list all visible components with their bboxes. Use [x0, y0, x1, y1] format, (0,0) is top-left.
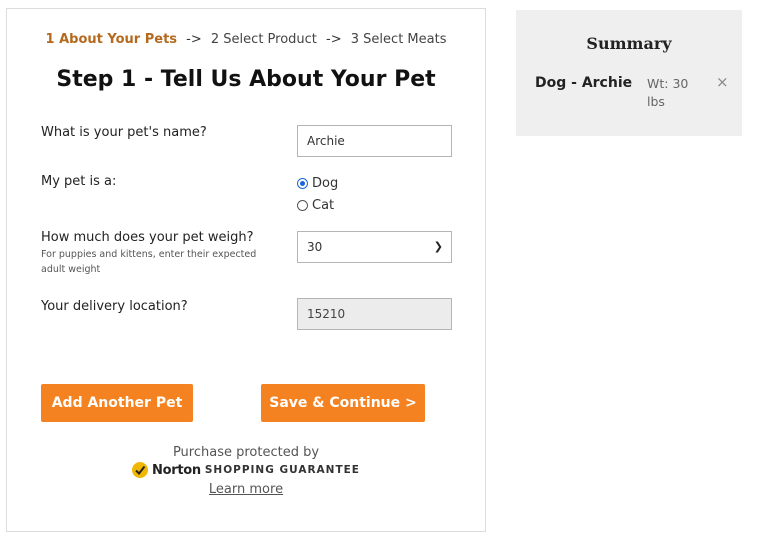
pet-weight-select[interactable]: 30 ❯: [297, 231, 452, 263]
step-arrow: ->: [186, 32, 202, 47]
shopping-guarantee-text: SHOPPING GUARANTEE: [204, 464, 360, 476]
summary-title: Summary: [586, 34, 672, 53]
pet-name-label: What is your pet's name?: [41, 125, 207, 140]
radio-dog-button[interactable]: [297, 178, 308, 189]
close-icon[interactable]: ×: [716, 73, 729, 91]
norton-brand: Norton: [152, 462, 201, 478]
pet-weight-hint: For puppies and kittens, enter their exp…: [41, 249, 257, 275]
checkmark-icon: [132, 462, 149, 478]
radio-cat[interactable]: Cat: [297, 198, 334, 213]
summary-panel: Summary Dog - Archie Wt: 30 lbs ×: [516, 10, 742, 136]
page-title: Step 1 - Tell Us About Your Pet: [56, 67, 436, 92]
radio-dog-label: Dog: [312, 176, 339, 191]
learn-more-link[interactable]: Learn more: [209, 482, 283, 497]
delivery-location-label: Your delivery location?: [41, 299, 188, 314]
pet-type-label: My pet is a:: [41, 174, 117, 189]
page: 1 About Your Pets -> 2 Select Product ->…: [0, 0, 768, 544]
summary-pet-name: Dog - Archie: [535, 75, 633, 91]
step-about-pets[interactable]: 1 About Your Pets: [46, 32, 178, 47]
norton-logo: Norton SHOPPING GUARANTEE: [7, 462, 485, 478]
chevron-down-icon: ❯: [433, 240, 443, 253]
step-select-product[interactable]: 2 Select Product: [211, 32, 317, 47]
summary-pet-weight: Wt: 30 lbs: [647, 76, 689, 109]
radio-dog[interactable]: Dog: [297, 176, 338, 191]
pet-weight-label: How much does your pet weigh?: [41, 230, 254, 245]
pet-form-panel: 1 About Your Pets -> 2 Select Product ->…: [6, 8, 486, 532]
step-progress: 1 About Your Pets -> 2 Select Product ->…: [7, 32, 485, 47]
radio-cat-label: Cat: [312, 198, 335, 213]
add-another-pet-button[interactable]: Add Another Pet: [41, 384, 193, 422]
pet-name-input[interactable]: Archie: [297, 125, 452, 157]
delivery-location-input[interactable]: 15210: [297, 298, 452, 330]
step-arrow: ->: [326, 32, 342, 47]
step-select-meats[interactable]: 3 Select Meats: [351, 32, 447, 47]
pet-weight-value: 30: [307, 240, 323, 254]
save-continue-button[interactable]: Save & Continue >: [261, 384, 425, 422]
radio-cat-button[interactable]: [297, 200, 308, 211]
purchase-protected-text: Purchase protected by: [172, 445, 320, 460]
norton-trust-badge: Purchase protected by Norton SHOPPING GU…: [7, 445, 485, 497]
